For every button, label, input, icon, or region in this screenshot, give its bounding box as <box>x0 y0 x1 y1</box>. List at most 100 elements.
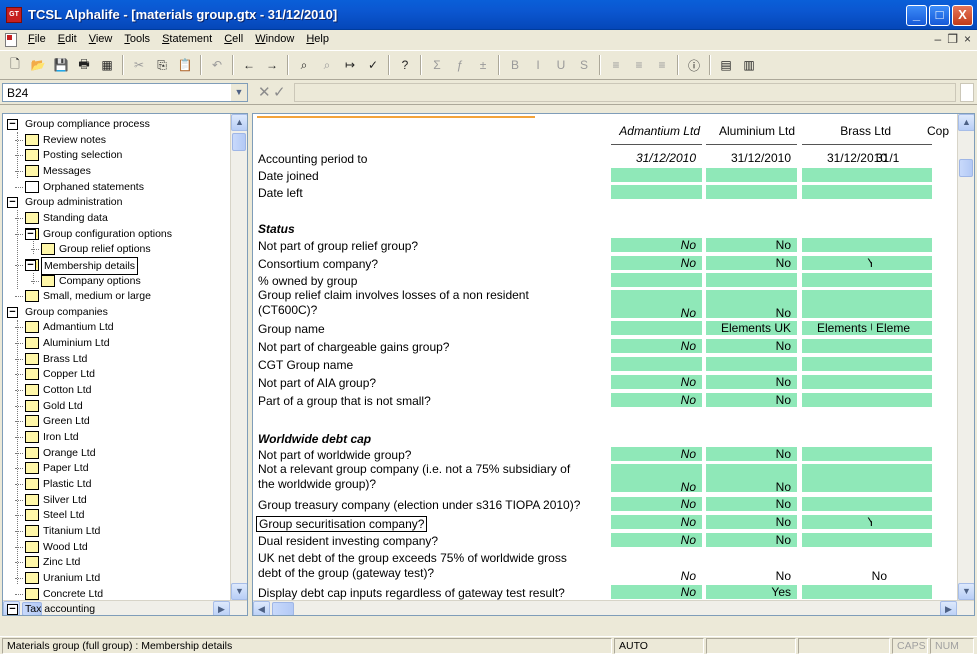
menu-cell[interactable]: Cell <box>218 33 249 45</box>
data-cell[interactable] <box>872 464 932 492</box>
data-cell[interactable]: No <box>706 393 797 407</box>
data-cell[interactable]: No <box>611 464 702 494</box>
row-label[interactable]: % owned by group <box>258 274 357 288</box>
data-cell[interactable] <box>872 585 932 599</box>
row-label[interactable]: Group securitisation company? <box>256 516 428 532</box>
scroll-right-icon[interactable]: ▶ <box>940 601 957 615</box>
data-cell[interactable] <box>611 168 702 182</box>
row-label[interactable]: Not a relevant group company (i.e. not a… <box>258 462 570 476</box>
menu-edit[interactable]: Edit <box>52 33 83 45</box>
column-header[interactable]: Admantium Ltd <box>594 124 700 138</box>
data-cell[interactable]: Yes <box>706 585 797 599</box>
mdi-minimize-button[interactable]: – <box>935 32 942 46</box>
scroll-thumb[interactable] <box>232 133 246 151</box>
row-label[interactable]: Part of a group that is not small? <box>258 394 431 408</box>
paste-icon[interactable]: 📋 <box>174 54 196 76</box>
data-cell[interactable]: 31/12/2010 <box>611 151 702 165</box>
data-cell[interactable]: No <box>611 515 702 529</box>
collapse-icon[interactable]: − <box>7 119 18 130</box>
print-preview-icon[interactable]: ▦ <box>96 54 118 76</box>
data-cell[interactable]: No <box>611 290 702 320</box>
data-cell[interactable]: No <box>611 447 702 461</box>
data-cell[interactable]: No <box>706 256 797 270</box>
data-cell[interactable]: No <box>706 339 797 353</box>
goto-icon[interactable]: ↦ <box>339 54 361 76</box>
mdi-close-button[interactable]: × <box>964 32 971 46</box>
data-cell[interactable]: Eleme <box>872 321 932 335</box>
help-icon[interactable]: ? <box>394 54 416 76</box>
data-cell[interactable]: No <box>611 393 702 407</box>
chevron-down-icon[interactable]: ▼ <box>231 84 247 101</box>
data-cell[interactable]: No <box>611 375 702 389</box>
data-cell[interactable] <box>872 497 932 511</box>
data-cell[interactable] <box>706 185 797 199</box>
italic-icon[interactable]: I <box>527 54 549 76</box>
calc-icon[interactable]: ▤ <box>715 54 737 76</box>
formula-icon[interactable]: ƒ <box>449 54 471 76</box>
save-icon[interactable]: 💾 <box>50 54 72 76</box>
data-cell[interactable] <box>872 256 932 270</box>
data-cell[interactable] <box>872 185 932 199</box>
data-cell[interactable] <box>611 185 702 199</box>
data-cell[interactable] <box>706 273 797 287</box>
data-cell[interactable] <box>872 375 932 389</box>
collapse-icon[interactable]: − <box>7 306 18 318</box>
spellcheck-icon[interactable]: ✓ <box>362 54 384 76</box>
grid-horizontal-scrollbar[interactable]: ◀ ▶ <box>253 600 974 615</box>
print-icon[interactable]: 🖶 <box>73 54 95 76</box>
data-cell[interactable]: No <box>611 533 702 547</box>
calc-alt-icon[interactable]: ▥ <box>738 54 760 76</box>
row-label[interactable]: Group name <box>258 322 325 336</box>
underline-icon[interactable]: U <box>550 54 572 76</box>
data-cell[interactable]: No <box>611 553 702 583</box>
row-label[interactable]: Group treasury company (election under s… <box>258 498 580 512</box>
data-cell[interactable] <box>872 393 932 407</box>
data-cell[interactable] <box>872 290 932 318</box>
data-cell[interactable] <box>872 168 932 182</box>
column-header[interactable]: Aluminium Ltd <box>689 124 795 138</box>
data-cell[interactable]: 31/1 <box>872 151 932 165</box>
data-cell[interactable]: No <box>706 290 797 320</box>
scroll-up-icon[interactable]: ▲ <box>231 114 247 131</box>
scroll-left-icon[interactable]: ◀ <box>253 601 270 615</box>
sum-icon[interactable]: Σ <box>426 54 448 76</box>
scroll-thumb[interactable] <box>272 602 294 615</box>
scroll-down-icon[interactable]: ▼ <box>958 583 974 600</box>
row-label[interactable]: Not part of AIA group? <box>258 376 376 390</box>
plus-minus-icon[interactable]: ± <box>472 54 494 76</box>
data-cell[interactable] <box>872 238 932 252</box>
data-cell[interactable] <box>872 357 932 371</box>
menu-view[interactable]: View <box>83 33 119 45</box>
collapse-icon[interactable]: − <box>7 197 18 209</box>
find-icon[interactable]: ⌕ <box>293 54 315 76</box>
data-cell[interactable] <box>706 357 797 371</box>
collapse-icon[interactable]: − <box>25 259 36 271</box>
data-cell[interactable] <box>872 533 932 547</box>
collapse-icon[interactable]: − <box>7 604 18 615</box>
row-label[interactable]: Not part of chargeable gains group? <box>258 340 449 354</box>
data-cell[interactable] <box>611 273 702 287</box>
data-cell[interactable]: No <box>706 533 797 547</box>
data-cell[interactable] <box>872 447 932 461</box>
row-label[interactable]: UK net debt of the group exceeds 75% of … <box>258 551 567 565</box>
find-next-icon[interactable]: ⌕ <box>316 54 338 76</box>
data-cell[interactable]: No <box>706 447 797 461</box>
column-header[interactable]: Brass Ltd <box>785 124 891 138</box>
menu-tools[interactable]: Tools <box>118 33 156 45</box>
cut-icon[interactable]: ✂ <box>128 54 150 76</box>
cell-reference-box[interactable]: B24 ▼ <box>2 83 248 102</box>
row-label[interactable]: Accounting period to <box>258 152 367 166</box>
cancel-edit-icon[interactable]: ✕ <box>258 83 271 101</box>
row-label[interactable]: Date joined <box>258 169 319 183</box>
accept-edit-icon[interactable]: ✓ <box>273 83 286 101</box>
data-cell[interactable] <box>872 273 932 287</box>
data-cell[interactable]: 31/12/2010 <box>706 151 797 165</box>
data-cell[interactable]: No <box>611 585 702 599</box>
align-right-icon[interactable]: ≡ <box>651 54 673 76</box>
align-center-icon[interactable]: ≡ <box>628 54 650 76</box>
data-cell[interactable] <box>872 339 932 353</box>
column-header[interactable]: Cop <box>927 124 967 138</box>
copy-icon[interactable]: ⎘ <box>151 54 173 76</box>
scroll-thumb[interactable] <box>959 159 973 177</box>
data-cell[interactable]: No <box>611 238 702 252</box>
